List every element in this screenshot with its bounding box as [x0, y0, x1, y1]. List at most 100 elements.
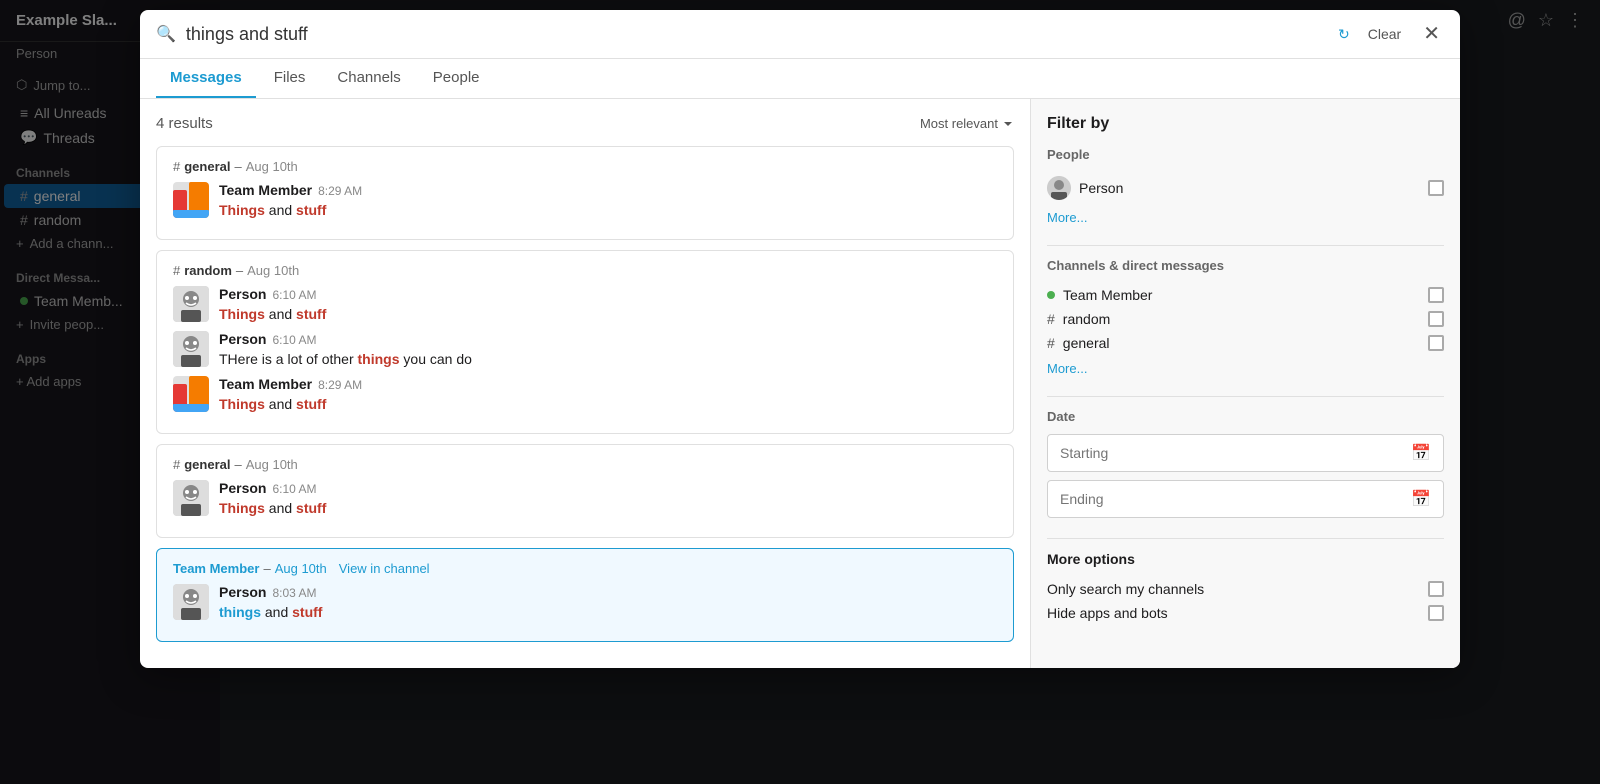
highlight-stuff: stuff — [296, 396, 326, 412]
search-modal: 🔍 ↻ Clear ✕ Messages Files Channels Peop… — [140, 10, 1460, 668]
calendar-icon: 📅 — [1411, 489, 1431, 509]
person-avatar-img — [173, 584, 209, 620]
filter-pane: Filter by People — [1030, 99, 1460, 668]
filter-channel-name: general — [1063, 335, 1110, 351]
filter-channel-checkbox[interactable] — [1428, 311, 1444, 327]
highlight-stuff: stuff — [296, 500, 326, 516]
highlight-stuff: stuff — [296, 306, 326, 322]
card-channel-name: general — [184, 159, 230, 174]
card-separator: – — [234, 159, 241, 174]
filter-item-left: # random — [1047, 311, 1110, 327]
filter-channel-name: Team Member — [1063, 287, 1152, 303]
more-options-label: More options — [1047, 551, 1444, 567]
option-label: Hide apps and bots — [1047, 605, 1168, 621]
hash-icon: # — [1047, 335, 1055, 351]
highlight-stuff: stuff — [292, 604, 322, 620]
avatar — [173, 182, 209, 218]
message-content: Person 6:10 AM Things and stuff — [219, 480, 997, 519]
filter-separator — [1047, 245, 1444, 246]
message-content: Person 8:03 AM things and stuff — [219, 584, 997, 623]
result-card: # random – Aug 10th — [156, 250, 1014, 434]
message-author: Team Member — [219, 376, 312, 392]
highlight-things: Things — [219, 202, 265, 218]
result-card: # general – Aug 10th — [156, 444, 1014, 538]
calendar-icon: 📅 — [1411, 443, 1431, 463]
message-row: Team Member 8:29 AM Things and stuff — [173, 182, 997, 221]
option-checkbox[interactable] — [1428, 581, 1444, 597]
date-ending-wrap[interactable]: 📅 — [1047, 480, 1444, 518]
tab-messages[interactable]: Messages — [156, 59, 256, 98]
search-input[interactable] — [186, 24, 1328, 45]
author-line: Person 6:10 AM — [219, 286, 997, 302]
highlight-things: Things — [219, 396, 265, 412]
sort-dropdown[interactable]: Most relevant — [920, 116, 1014, 131]
view-in-channel-link[interactable]: View in channel — [339, 561, 430, 576]
date-starting-wrap[interactable]: 📅 — [1047, 434, 1444, 472]
filter-people-section: People Person — [1047, 147, 1444, 225]
filter-date-section: Date 📅 📅 — [1047, 409, 1444, 518]
tab-channels[interactable]: Channels — [323, 59, 414, 98]
message-time: 6:10 AM — [272, 288, 316, 302]
card-date: Aug 10th — [246, 457, 298, 472]
message-author: Person — [219, 480, 266, 496]
filter-item-left: Person — [1047, 176, 1123, 200]
filter-channels-more[interactable]: More... — [1047, 361, 1444, 376]
avatar — [173, 376, 209, 412]
filter-person-checkbox[interactable] — [1428, 180, 1444, 196]
card-channel-line: # general – Aug 10th — [173, 457, 997, 472]
message-author: Person — [219, 584, 266, 600]
option-label: Only search my channels — [1047, 581, 1204, 597]
message-time: 8:03 AM — [272, 586, 316, 600]
results-pane: 4 results Most relevant # general – Aug … — [140, 99, 1030, 668]
filter-date-label: Date — [1047, 409, 1444, 424]
filter-channel-item-dm: Team Member — [1047, 283, 1444, 307]
author-line: Person 8:03 AM — [219, 584, 997, 600]
highlight-things: things — [358, 351, 400, 367]
avatar — [173, 286, 209, 322]
card-dm-name: Team Member — [173, 561, 259, 576]
date-ending-input[interactable] — [1060, 491, 1411, 507]
message-time: 6:10 AM — [272, 333, 316, 347]
search-bar: 🔍 ↻ Clear ✕ — [140, 10, 1460, 59]
message-author: Person — [219, 331, 266, 347]
message-row: Person 6:10 AM Things and stuff — [173, 286, 997, 325]
message-content: Team Member 8:29 AM Things and stuff — [219, 376, 997, 415]
team-member-avatar-img — [173, 182, 209, 218]
card-channel-line: # random – Aug 10th — [173, 263, 997, 278]
filter-item-left: Team Member — [1047, 287, 1152, 303]
filter-channel-checkbox[interactable] — [1428, 287, 1444, 303]
highlight-things: Things — [219, 306, 265, 322]
tab-files[interactable]: Files — [260, 59, 320, 98]
close-button[interactable]: ✕ — [1419, 20, 1444, 48]
card-channel-line: # general – Aug 10th — [173, 159, 997, 174]
online-dot — [1047, 291, 1055, 299]
filter-people-more[interactable]: More... — [1047, 210, 1444, 225]
author-line: Team Member 8:29 AM — [219, 376, 997, 392]
clear-button[interactable]: Clear — [1360, 22, 1409, 46]
message-time: 8:29 AM — [318, 184, 362, 198]
result-card-highlighted: Team Member – Aug 10th View in channel — [156, 548, 1014, 642]
modal-overlay: 🔍 ↻ Clear ✕ Messages Files Channels Peop… — [0, 0, 1600, 784]
filter-separator — [1047, 396, 1444, 397]
search-tabs: Messages Files Channels People — [140, 59, 1460, 99]
person-avatar-img — [173, 480, 209, 516]
filter-channel-checkbox[interactable] — [1428, 335, 1444, 351]
filter-people-label: People — [1047, 147, 1444, 162]
tab-people[interactable]: People — [419, 59, 494, 98]
card-channel-name: random — [184, 263, 232, 278]
message-row: Person 6:10 AM Things and stuff — [173, 480, 997, 519]
card-separator: – — [236, 263, 243, 278]
message-text: Things and stuff — [219, 498, 997, 519]
loading-spinner: ↻ — [1338, 26, 1350, 43]
option-item-hide-bots: Hide apps and bots — [1047, 601, 1444, 625]
message-time: 8:29 AM — [318, 378, 362, 392]
message-row: Person 8:03 AM things and stuff — [173, 584, 997, 623]
date-starting-input[interactable] — [1060, 445, 1411, 461]
filter-channels-label: Channels & direct messages — [1047, 258, 1444, 273]
message-row: Team Member 8:29 AM Things and stuff — [173, 376, 997, 415]
highlight-things: Things — [219, 500, 265, 516]
option-checkbox[interactable] — [1428, 605, 1444, 621]
person-avatar-img — [173, 331, 209, 367]
option-item-my-channels: Only search my channels — [1047, 577, 1444, 601]
content-area: 4 results Most relevant # general – Aug … — [140, 99, 1460, 668]
